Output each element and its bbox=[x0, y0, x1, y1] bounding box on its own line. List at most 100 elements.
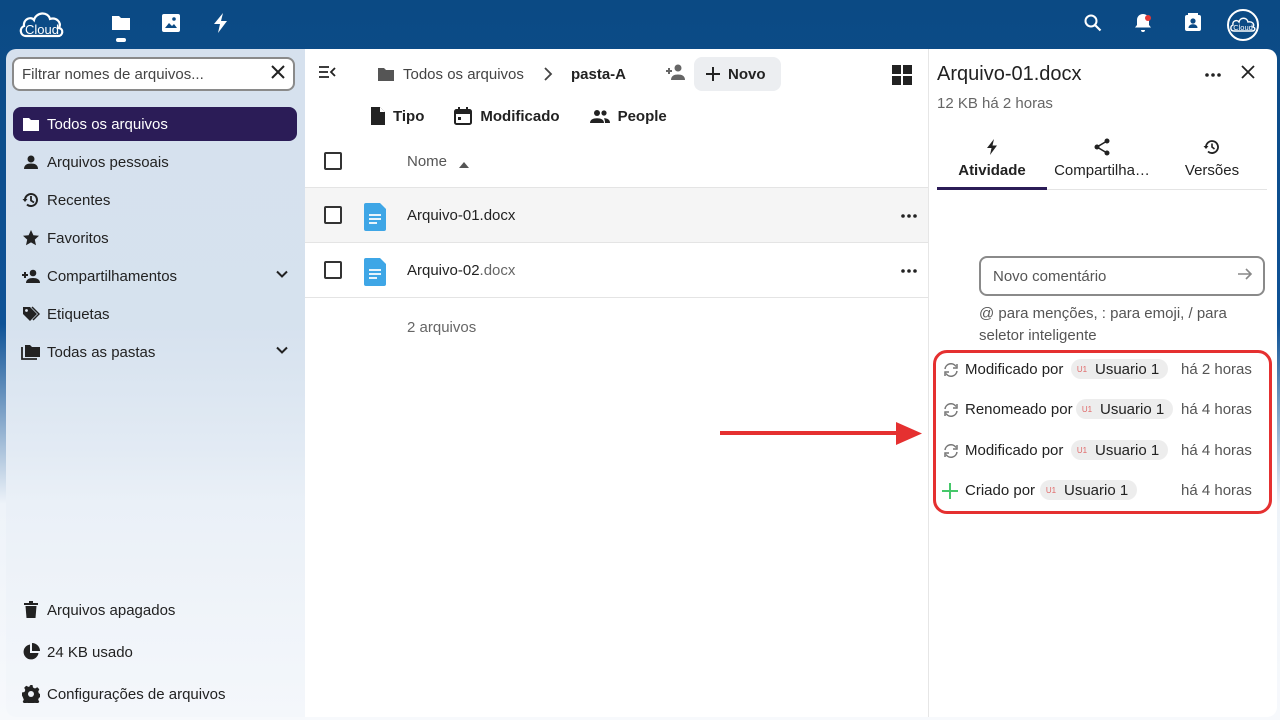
chevron-down-icon[interactable] bbox=[275, 267, 289, 285]
file-name[interactable]: Arquivo-01.docx bbox=[407, 207, 515, 224]
tab-activity[interactable]: Atividade bbox=[937, 133, 1047, 190]
file-icon bbox=[371, 107, 385, 125]
file-row[interactable]: Arquivo-02.docx bbox=[305, 243, 928, 298]
new-button[interactable]: Novo bbox=[694, 57, 781, 91]
nav-item-label: Etiquetas bbox=[47, 305, 110, 323]
nav-item-all-folders[interactable]: Todas as pastas bbox=[13, 335, 297, 369]
file-row[interactable]: Arquivo-01.docx bbox=[305, 188, 928, 243]
comment-input[interactable] bbox=[993, 267, 1237, 285]
activity-time: há 4 horas bbox=[1181, 482, 1252, 499]
nav-item-label: Todos os arquivos bbox=[47, 115, 168, 133]
nav-item-favorites[interactable]: Favoritos bbox=[13, 221, 297, 255]
share-icon bbox=[1094, 136, 1110, 158]
gear-icon bbox=[21, 684, 41, 704]
file-extension: .docx bbox=[479, 262, 516, 279]
user-chip[interactable]: U1 Usuario 1 bbox=[1071, 440, 1169, 460]
file-actions-button[interactable] bbox=[901, 261, 917, 279]
nav-item-file-settings[interactable]: Configurações de arquivos bbox=[13, 677, 297, 711]
toggle-navigation-button[interactable] bbox=[317, 63, 337, 86]
notifications-button[interactable] bbox=[1118, 0, 1168, 50]
photos-app-button[interactable] bbox=[146, 0, 196, 50]
arrow-right-icon bbox=[1237, 267, 1253, 285]
nav-item-label: Compartilhamentos bbox=[47, 267, 178, 285]
clear-filter-button[interactable] bbox=[271, 64, 285, 84]
user-chip[interactable]: U1 Usuario 1 bbox=[1076, 399, 1174, 419]
contacts-button[interactable] bbox=[1168, 0, 1218, 50]
file-name[interactable]: Arquivo-02.docx bbox=[407, 262, 515, 279]
row-checkbox[interactable] bbox=[324, 261, 342, 279]
row-checkbox[interactable] bbox=[324, 206, 342, 224]
column-name-header[interactable]: Nome bbox=[407, 153, 447, 170]
user-avatar-initials: U1 bbox=[1081, 404, 1093, 414]
close-icon bbox=[1241, 65, 1255, 83]
close-details-button[interactable] bbox=[1241, 65, 1255, 84]
grid-view-button[interactable] bbox=[892, 65, 912, 90]
svg-text:Cloud: Cloud bbox=[25, 22, 59, 37]
breadcrumb-root[interactable]: Todos os arquivos bbox=[403, 66, 524, 83]
sync-icon bbox=[942, 443, 960, 459]
tab-versions[interactable]: Versões bbox=[1157, 133, 1267, 190]
share-person-icon bbox=[21, 266, 41, 286]
file-details-sidebar: Arquivo-01.docx 12 KB há 2 horas Ativida… bbox=[928, 49, 1277, 717]
details-subtitle: 12 KB há 2 horas bbox=[937, 95, 1053, 112]
activity-time: há 2 horas bbox=[1181, 361, 1252, 378]
filter-input[interactable] bbox=[22, 65, 271, 83]
tab-sharing[interactable]: Compartilha… bbox=[1047, 133, 1157, 190]
details-tabs: Atividade Compartilha… Versões bbox=[937, 133, 1267, 190]
activity-text: Criado por bbox=[965, 482, 1036, 499]
breadcrumb-current[interactable]: pasta-A bbox=[571, 66, 626, 83]
restore-icon bbox=[1203, 136, 1221, 158]
pie-icon bbox=[21, 642, 41, 662]
sidebar-footer: Arquivos apagados 24 KB usado Configuraç… bbox=[13, 593, 297, 719]
search-button[interactable] bbox=[1068, 0, 1118, 50]
nav-item-tags[interactable]: Etiquetas bbox=[13, 297, 297, 331]
nav-item-personal-files[interactable]: Arquivos pessoais bbox=[13, 145, 297, 179]
menu-collapse-icon bbox=[317, 66, 337, 85]
files-app-button[interactable] bbox=[96, 0, 146, 50]
nav-item-recent[interactable]: Recentes bbox=[13, 183, 297, 217]
chevron-right-icon bbox=[541, 65, 555, 88]
nav-item-all-files[interactable]: Todos os arquivos bbox=[13, 107, 297, 141]
file-basename: Arquivo-02 bbox=[407, 262, 480, 279]
filter-people-button[interactable]: People bbox=[589, 107, 667, 125]
navigation-list: Todos os arquivos Arquivos pessoais Rece… bbox=[13, 107, 297, 373]
folders-icon bbox=[21, 342, 41, 362]
share-folder-button[interactable] bbox=[665, 63, 687, 86]
details-title: Arquivo-01.docx bbox=[937, 63, 1082, 85]
filter-people-label: People bbox=[617, 107, 667, 125]
plus-icon bbox=[706, 67, 720, 81]
document-icon bbox=[364, 258, 388, 291]
nav-item-label: Favoritos bbox=[47, 229, 109, 247]
details-actions-button[interactable] bbox=[1205, 65, 1221, 83]
filter-field bbox=[12, 57, 295, 91]
image-icon bbox=[161, 13, 181, 38]
filter-type-label: Tipo bbox=[393, 107, 425, 125]
storage-usage[interactable]: 24 KB usado bbox=[13, 635, 297, 669]
nav-item-deleted-files[interactable]: Arquivos apagados bbox=[13, 593, 297, 627]
lightning-icon bbox=[213, 12, 229, 38]
lightning-icon bbox=[986, 136, 998, 158]
new-button-label: Novo bbox=[728, 65, 766, 83]
cloud-logo[interactable]: Cloud bbox=[18, 8, 66, 40]
user-chip[interactable]: U1 Usuario 1 bbox=[1040, 480, 1138, 500]
chevron-down-icon[interactable] bbox=[275, 343, 289, 361]
svg-text:Cloud: Cloud bbox=[1233, 23, 1253, 32]
activity-text: Modificado por bbox=[965, 442, 1064, 459]
history-icon bbox=[21, 190, 41, 210]
select-all-checkbox[interactable] bbox=[324, 152, 342, 170]
user-name: Usuario 1 bbox=[1095, 441, 1160, 459]
activity-list-highlight: Modificado por U1 Usuario 1 há 2 horas Re… bbox=[933, 350, 1272, 514]
activity-app-button[interactable] bbox=[196, 0, 246, 50]
user-menu-button[interactable]: Cloud bbox=[1218, 0, 1268, 50]
grid-icon bbox=[892, 65, 912, 89]
file-actions-button[interactable] bbox=[901, 206, 917, 224]
people-icon bbox=[589, 108, 610, 124]
send-comment-button[interactable] bbox=[1237, 267, 1253, 286]
nav-item-shares[interactable]: Compartilhamentos bbox=[13, 259, 297, 293]
activity-item: Criado por U1 Usuario 1 há 4 horas bbox=[936, 480, 1269, 504]
calendar-icon bbox=[454, 107, 473, 125]
filter-modified-button[interactable]: Modificado bbox=[454, 107, 560, 125]
filter-type-button[interactable]: Tipo bbox=[371, 107, 424, 125]
more-horizontal-icon bbox=[1205, 65, 1221, 82]
user-chip[interactable]: U1 Usuario 1 bbox=[1071, 359, 1169, 379]
